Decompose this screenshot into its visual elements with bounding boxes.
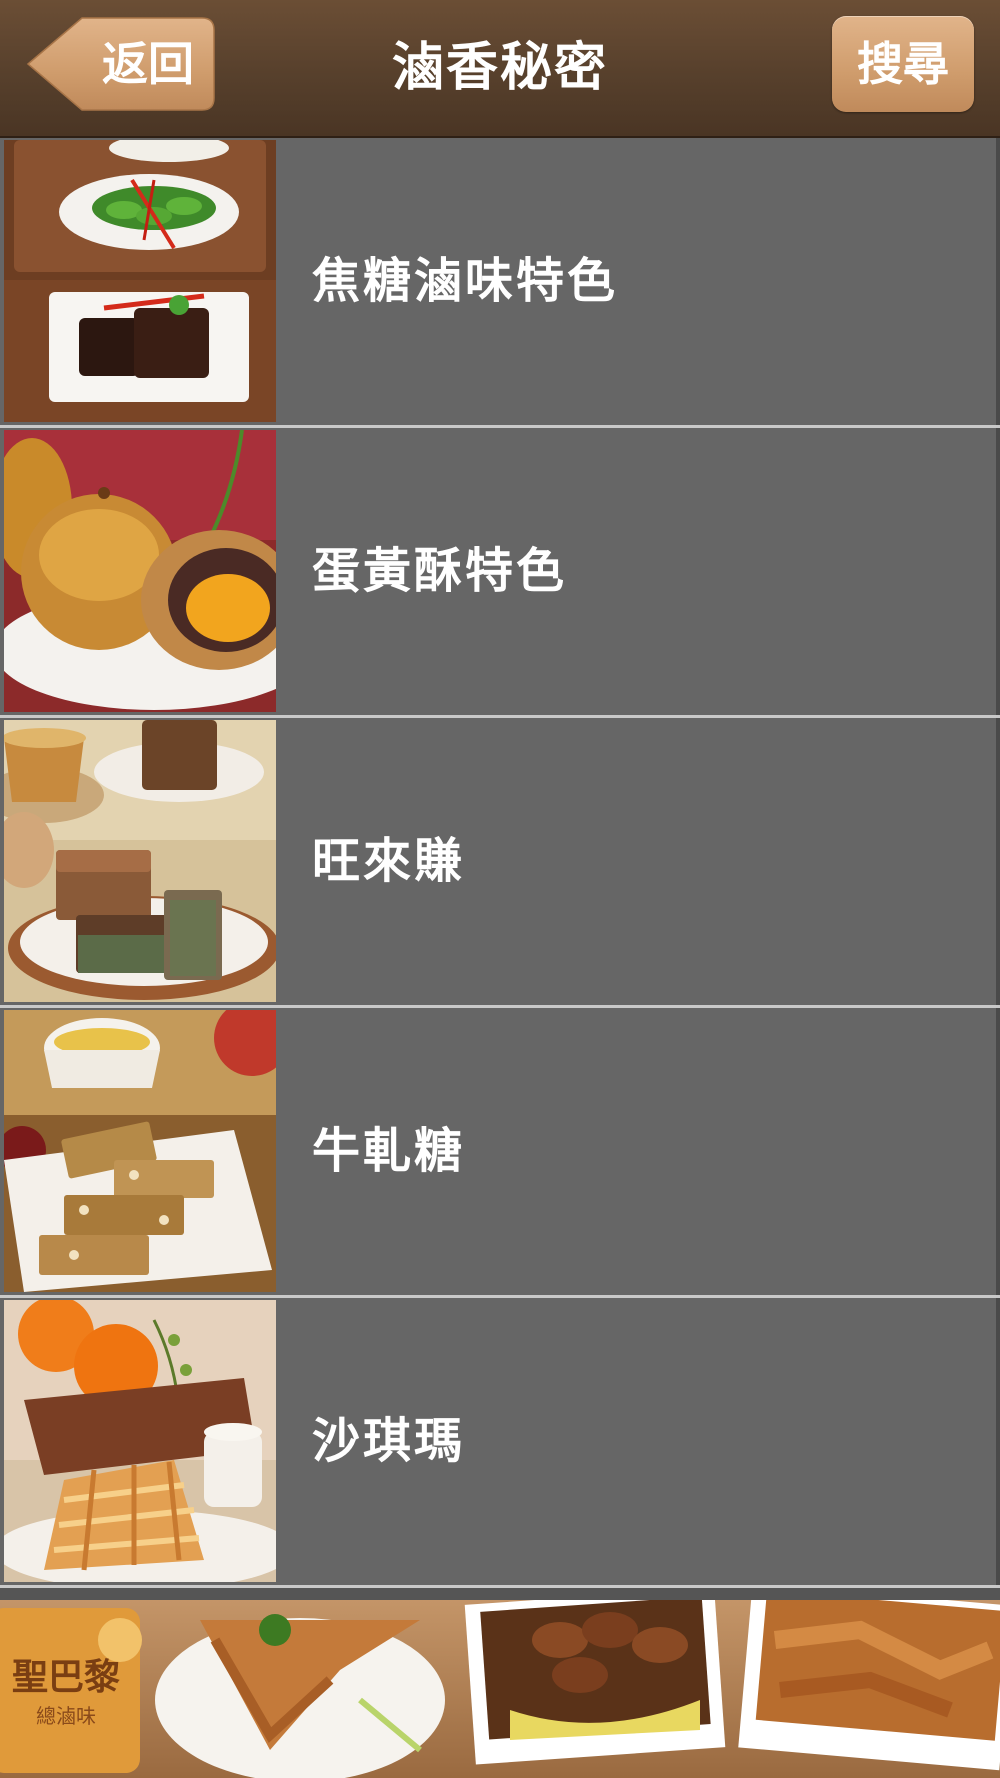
nougat-photo [4,1010,276,1292]
pineapple-cake-photo [4,720,276,1002]
footer-banner[interactable]: 聖巴黎 總滷味 [0,1600,1000,1778]
list-item-egg-yolk-pastry[interactable]: 蛋黃酥特色 [0,428,1000,718]
back-button[interactable]: 返回 [24,16,216,112]
navbar: 返回 滷香秘密 搜尋 [0,0,1000,138]
list-item-label: 焦糖滷味特色 [312,253,619,309]
list-item-label: 蛋黃酥特色 [312,543,568,599]
braised-food-banner-photo [0,1600,1000,1778]
search-button[interactable]: 搜尋 [832,16,974,112]
list-item-sachima[interactable]: 沙琪瑪 [0,1298,1000,1588]
sachima-photo [4,1300,276,1582]
egg-yolk-pastry-photo [4,430,276,712]
row-edge [996,718,1000,1005]
back-button-label: 返回 [102,37,194,91]
row-edge [996,1298,1000,1585]
page-title: 滷香秘密 [391,38,608,98]
list-item-nougat[interactable]: 牛軋糖 [0,1008,1000,1298]
row-edge [996,428,1000,715]
list-item-label: 旺來賺 [312,833,466,889]
app-screen: 返回 滷香秘密 搜尋 焦糖滷味特色 蛋黃酥特色 旺來賺 牛軋糖 沙琪瑪 聖巴黎 … [0,0,1000,1778]
search-button-label: 搜尋 [857,37,949,91]
list-item-braised[interactable]: 焦糖滷味特色 [0,138,1000,428]
row-edge [996,138,1000,425]
braised-dishes-photo [4,140,276,422]
product-list: 焦糖滷味特色 蛋黃酥特色 旺來賺 牛軋糖 沙琪瑪 [0,138,1000,1588]
footer-logo-subtext: 總滷味 [36,1704,96,1728]
footer-logo-text: 聖巴黎 [11,1657,120,1698]
list-item-label: 沙琪瑪 [312,1413,466,1469]
list-item-pineapple-cake[interactable]: 旺來賺 [0,718,1000,1008]
row-edge [996,1008,1000,1295]
list-item-label: 牛軋糖 [312,1123,466,1179]
